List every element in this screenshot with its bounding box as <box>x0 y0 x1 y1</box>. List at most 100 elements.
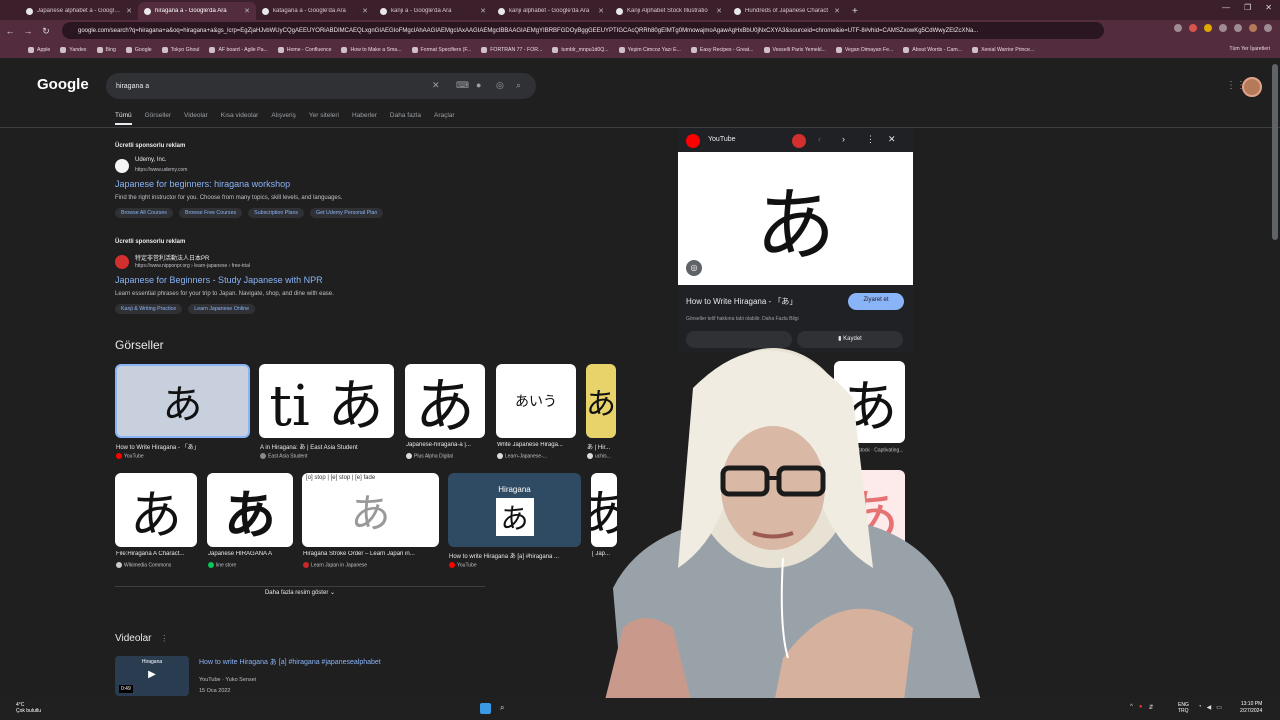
minimize-icon[interactable]: — <box>1222 3 1230 12</box>
tab-news[interactable]: Haberler <box>352 112 377 125</box>
browser-tab[interactable]: kanji a - Google'da Ara ✕ <box>374 2 492 20</box>
usb-icon[interactable]: ⇵ <box>1148 704 1153 711</box>
all-bookmarks-button[interactable]: Tüm Yer İşaretleri <box>1229 46 1270 52</box>
bookmark-item[interactable]: Home - Confluence <box>277 47 331 53</box>
bookmark-item[interactable]: Vesselli Paris Yemekl... <box>763 47 826 53</box>
bookmark-item[interactable]: Format Specifiers (F... <box>411 47 471 53</box>
reload-icon[interactable]: ↻ <box>38 26 54 37</box>
bookmark-item[interactable]: Yandex <box>60 47 87 53</box>
image-caption[interactable]: Japanese-hiragana-a |... <box>406 442 486 448</box>
microphone-icon[interactable]: ● <box>476 80 481 90</box>
bookmark-item[interactable]: Yeşim Cimcoz Yazı E... <box>618 47 681 53</box>
maximize-icon[interactable]: ❐ <box>1244 3 1251 12</box>
wifi-icon[interactable]: ◔ <box>1198 704 1202 711</box>
menu-dots-icon[interactable] <box>1264 24 1272 32</box>
avatar[interactable] <box>1242 77 1262 97</box>
previous-icon[interactable]: ‹ <box>818 134 821 144</box>
scrollbar[interactable] <box>1272 64 1278 240</box>
browser-tab[interactable]: kanji alphabet - Google'da Ara ✕ <box>492 2 610 20</box>
image-thumb[interactable]: あ <box>207 473 293 547</box>
bookmark-item[interactable]: Xenial Warrior Prince... <box>972 47 1034 53</box>
browser-tab-active[interactable]: hiragana a - Google'da Ara ✕ <box>138 2 256 20</box>
bookmark-item[interactable]: Google <box>125 47 152 53</box>
ad-title-link[interactable]: Japanese for beginners: hiragana worksho… <box>115 179 290 189</box>
new-tab-button[interactable]: + <box>852 6 858 17</box>
windows-start-icon[interactable] <box>480 703 491 714</box>
bookmark-item[interactable]: AF board - Agile Pa... <box>209 47 268 53</box>
browser-tab[interactable]: Kanji Alphabet Stock Illustratio ✕ <box>610 2 728 20</box>
bookmark-item[interactable]: About Words - Cam... <box>903 47 962 53</box>
next-icon[interactable]: › <box>842 134 845 144</box>
keyboard-icon[interactable]: ⌨ <box>456 80 469 91</box>
image-caption[interactable]: How to Write Hiragana - 「あ」 <box>116 442 250 451</box>
tab-short-videos[interactable]: Kısa videolar <box>221 112 259 125</box>
bookmark-item[interactable]: Tokyo Ghoul <box>161 47 199 53</box>
search-box[interactable]: hiragana a ✕ ⌨ ● ◎ ⌕ <box>106 73 536 99</box>
visit-button[interactable]: Ziyaret et <box>848 293 904 310</box>
tab-shopping[interactable]: Alışveriş <box>271 112 296 125</box>
antivirus-icon[interactable]: ● <box>1139 704 1143 711</box>
browser-tab[interactable]: katagana a - Google'da Ara ✕ <box>256 2 374 20</box>
image-thumb[interactable]: ti あ <box>259 364 394 438</box>
bookmark-item[interactable]: Bing <box>96 47 116 53</box>
bookmark-item[interactable]: FORTRAN 77 - FOR... <box>481 47 542 53</box>
image-thumb-selected[interactable]: あ <box>115 364 250 438</box>
bookmark-item[interactable]: tumblr_mnpu1d0Q... <box>552 47 609 53</box>
image-thumb[interactable]: あ <box>115 473 197 547</box>
tab-more[interactable]: Daha fazla <box>390 112 421 125</box>
close-tab-icon[interactable]: ✕ <box>716 7 722 15</box>
ad-title-link[interactable]: Japanese for Beginners - Study Japanese … <box>115 275 323 285</box>
system-clock[interactable]: 13:10 PM 2/27/2024 <box>1240 701 1262 715</box>
preview-image[interactable]: あ <box>678 152 913 285</box>
lens-icon[interactable]: ◎ <box>686 260 702 276</box>
search-input[interactable]: hiragana a <box>116 83 149 90</box>
extension-icon[interactable] <box>1219 24 1227 32</box>
bookmark-item[interactable]: How to Make a Sma... <box>341 47 402 53</box>
battery-icon[interactable]: ▭ <box>1216 704 1222 711</box>
image-caption[interactable]: How to write Hiragana あ [a] #hiragana ..… <box>449 551 581 560</box>
bookmark-star-icon[interactable] <box>1174 24 1182 32</box>
close-tab-icon[interactable]: ✕ <box>834 7 840 15</box>
browser-tab[interactable]: Hundreds of Japanese Charact ✕ <box>728 2 846 20</box>
close-window-icon[interactable]: ✕ <box>1265 3 1272 12</box>
close-icon[interactable]: ✕ <box>888 134 896 145</box>
browser-tab[interactable]: Japanese alphabet a - Google'da Ara ✕ <box>20 2 138 20</box>
search-icon[interactable]: ⌕ <box>516 80 521 91</box>
profile-icon[interactable] <box>1249 24 1257 32</box>
close-tab-icon[interactable]: ✕ <box>244 7 250 15</box>
video-thumbnail[interactable]: Hiragana ▶ 0:49 <box>115 656 189 696</box>
tab-tools[interactable]: Araçlar <box>434 112 455 125</box>
image-thumb[interactable]: あ <box>405 364 485 438</box>
more-options-icon[interactable]: ⋮ <box>866 134 875 145</box>
address-bar[interactable]: google.com/search?q=hiragana+a&oq=hiraga… <box>62 22 1104 39</box>
image-caption[interactable]: A in Hiragana: あ | East Asia Student <box>260 442 394 451</box>
ad-sitelink[interactable]: Subscription Plans <box>248 208 305 218</box>
show-more-images-button[interactable]: Daha fazla resim göster ⌄ <box>115 586 485 600</box>
ad-sitelink[interactable]: Get Udemy Personal Plan <box>310 208 384 218</box>
tab-videos[interactable]: Videolar <box>184 112 208 125</box>
image-thumb[interactable]: [o] stop | [e] stop | [e] fade あ <box>302 473 439 547</box>
extension-icon[interactable] <box>1204 24 1212 32</box>
image-caption[interactable]: Hiragana Stroke Order – Learn Japan in..… <box>303 551 439 557</box>
lens-icon[interactable]: ◎ <box>496 80 504 91</box>
image-caption[interactable]: Write Japanese Hiraga... <box>497 442 577 448</box>
weather-widget[interactable]: 4°C Çok bulutlu <box>16 702 41 714</box>
more-options-icon[interactable]: ⋮ <box>160 634 168 643</box>
volume-icon[interactable]: ◀ <box>1207 704 1212 711</box>
close-tab-icon[interactable]: ✕ <box>480 7 486 15</box>
image-caption[interactable]: File:Hiragana A Charact... <box>116 551 198 557</box>
google-logo[interactable]: Google <box>37 76 89 93</box>
preview-title[interactable]: How to Write Hiragana - 「あ」 <box>686 296 797 307</box>
share-icon[interactable] <box>792 134 806 148</box>
bookmark-item[interactable]: Apple <box>28 47 50 53</box>
bookmark-item[interactable]: Easy Recipes - Great... <box>690 47 754 53</box>
ad-sitelink[interactable]: Browse All Courses <box>115 208 173 218</box>
ad-sitelink[interactable]: Kanji & Writing Practice <box>115 304 183 314</box>
tab-images[interactable]: Görseller <box>145 112 171 125</box>
close-tab-icon[interactable]: ✕ <box>362 7 368 15</box>
bookmark-item[interactable]: Vegan Dimayan Fe... <box>835 47 893 53</box>
language-indicator[interactable]: ENG TRQ <box>1178 702 1189 714</box>
close-tab-icon[interactable]: ✕ <box>598 7 604 15</box>
forward-icon[interactable]: → <box>20 26 36 36</box>
ad-sitelink[interactable]: Learn Japanese Online <box>188 304 256 314</box>
